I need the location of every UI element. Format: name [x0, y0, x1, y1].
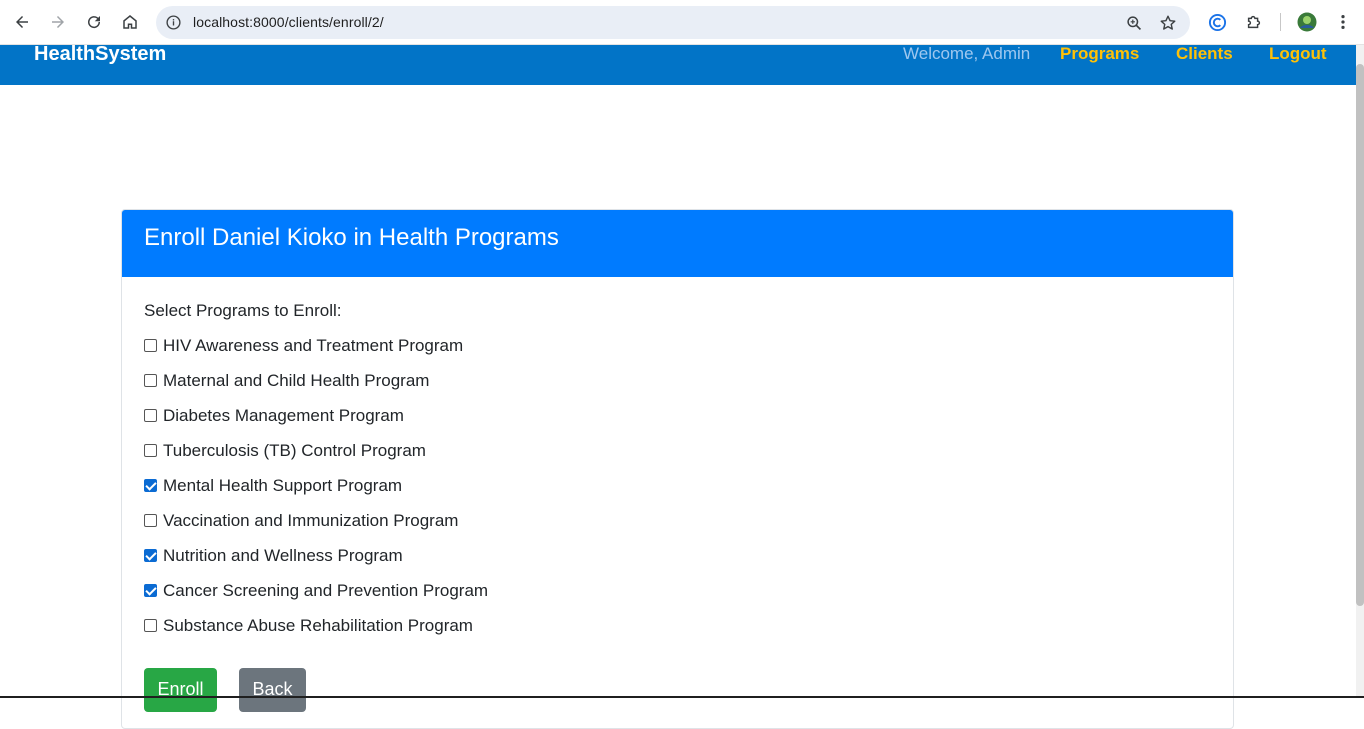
program-option[interactable]: Nutrition and Wellness Program: [144, 546, 1233, 581]
checkbox-unchecked[interactable]: [144, 514, 157, 527]
enroll-button[interactable]: Enroll: [144, 668, 217, 712]
address-bar[interactable]: localhost:8000/clients/enroll/2/: [156, 6, 1190, 39]
program-option[interactable]: Maternal and Child Health Program: [144, 371, 1233, 406]
program-label[interactable]: Substance Abuse Rehabilitation Program: [163, 616, 473, 636]
nav-link-logout[interactable]: Logout: [1269, 44, 1327, 64]
nav-link-clients[interactable]: Clients: [1176, 44, 1233, 64]
program-option[interactable]: Vaccination and Immunization Program: [144, 511, 1233, 546]
program-checkbox-list: HIV Awareness and Treatment Program Mater…: [144, 336, 1233, 651]
checkbox-unchecked[interactable]: [144, 339, 157, 352]
program-label[interactable]: Vaccination and Immunization Program: [163, 511, 458, 531]
program-label[interactable]: Nutrition and Wellness Program: [163, 546, 403, 566]
enroll-form: Select Programs to Enroll: HIV Awareness…: [122, 277, 1233, 651]
program-label[interactable]: Tuberculosis (TB) Control Program: [163, 441, 426, 461]
program-label[interactable]: Diabetes Management Program: [163, 406, 404, 426]
card-title: Enroll Daniel Kioko in Health Programs: [144, 224, 559, 251]
program-option[interactable]: Cancer Screening and Prevention Program: [144, 581, 1233, 616]
nav-link-programs[interactable]: Programs: [1060, 44, 1139, 64]
profile-avatar-icon[interactable]: [1297, 12, 1317, 32]
checkbox-unchecked[interactable]: [144, 619, 157, 632]
program-label[interactable]: Maternal and Child Health Program: [163, 371, 429, 391]
program-option[interactable]: Substance Abuse Rehabilitation Program: [144, 616, 1233, 651]
program-option[interactable]: HIV Awareness and Treatment Program: [144, 336, 1233, 371]
checkbox-unchecked[interactable]: [144, 374, 157, 387]
back-button[interactable]: Back: [239, 668, 306, 712]
forward-arrow-icon[interactable]: [46, 10, 70, 34]
checkbox-checked[interactable]: [144, 584, 157, 597]
browser-toolbar: localhost:8000/clients/enroll/2/: [0, 0, 1364, 45]
scrollbar-thumb[interactable]: [1356, 64, 1364, 606]
brand-logo-text[interactable]: HealthSystem: [34, 43, 166, 66]
program-option[interactable]: Mental Health Support Program: [144, 476, 1233, 511]
bookmark-star-icon[interactable]: [1158, 13, 1178, 33]
program-label[interactable]: Cancer Screening and Prevention Program: [163, 581, 488, 601]
program-label[interactable]: HIV Awareness and Treatment Program: [163, 336, 463, 356]
checkbox-unchecked[interactable]: [144, 444, 157, 457]
home-icon[interactable]: [118, 10, 142, 34]
app-navbar: HealthSystem Welcome, Admin Programs Cli…: [0, 43, 1356, 85]
kebab-menu-icon[interactable]: [1333, 12, 1353, 32]
extensions-puzzle-icon[interactable]: [1244, 12, 1264, 32]
toolbar-divider: [1280, 13, 1281, 31]
programs-label: Select Programs to Enroll:: [144, 301, 342, 320]
program-label[interactable]: Mental Health Support Program: [163, 476, 402, 496]
back-arrow-icon[interactable]: [10, 10, 34, 34]
program-option[interactable]: Tuberculosis (TB) Control Program: [144, 441, 1233, 476]
reload-icon[interactable]: [82, 10, 106, 34]
checkbox-checked[interactable]: [144, 479, 157, 492]
zoom-icon[interactable]: [1124, 13, 1144, 33]
checkbox-unchecked[interactable]: [144, 409, 157, 422]
extension-c-icon[interactable]: [1207, 12, 1227, 32]
enroll-card: Enroll Daniel Kioko in Health Programs S…: [121, 209, 1234, 729]
card-header: Enroll Daniel Kioko in Health Programs: [122, 210, 1233, 277]
program-option[interactable]: Diabetes Management Program: [144, 406, 1233, 441]
welcome-text: Welcome, Admin: [903, 44, 1031, 63]
checkbox-checked[interactable]: [144, 549, 157, 562]
site-info-icon[interactable]: [164, 13, 183, 32]
url-text[interactable]: localhost:8000/clients/enroll/2/: [193, 14, 384, 30]
